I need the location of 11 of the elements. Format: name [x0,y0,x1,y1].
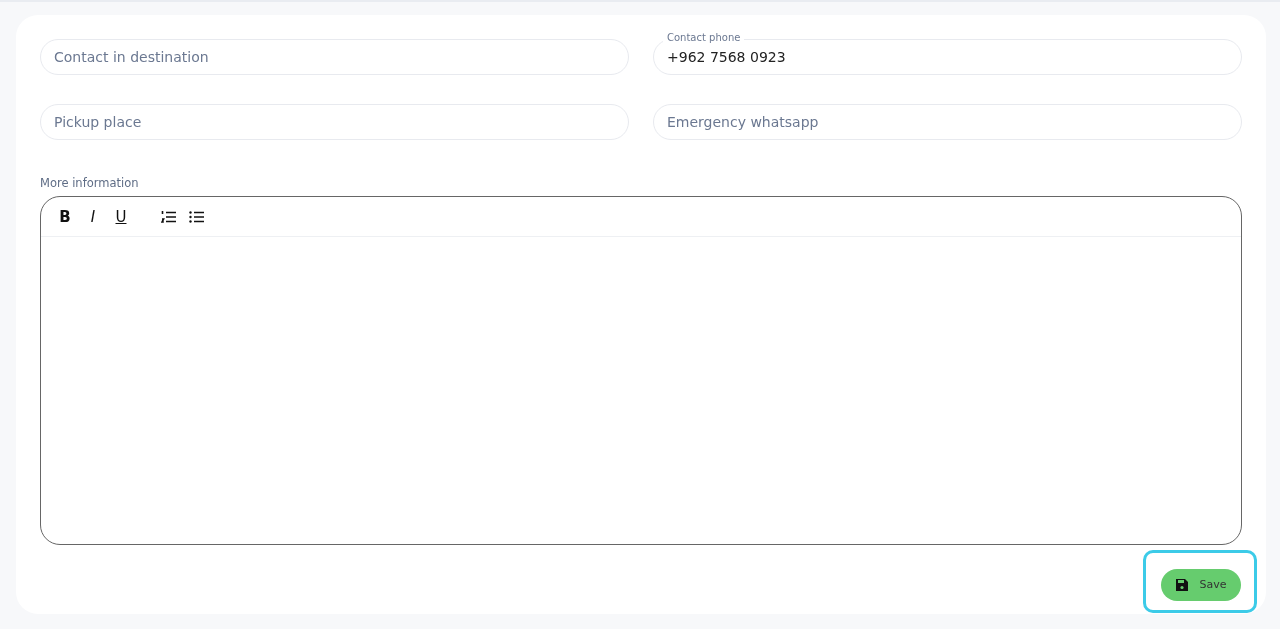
underline-button[interactable]: U [111,206,131,227]
save-button[interactable]: Save [1161,569,1241,602]
floating-label: Contact phone [663,31,745,45]
italic-button[interactable]: I [83,206,103,227]
input-field[interactable]: Contact in destination [40,39,629,75]
field-label: More information [40,175,140,192]
save-icon [1175,578,1190,593]
bold-button[interactable]: B [55,206,75,227]
input-field[interactable]: Pickup place [40,104,629,140]
input-field[interactable]: Emergency whatsapp [653,104,1242,140]
rich-text-editor[interactable]: B I U [40,196,1242,546]
